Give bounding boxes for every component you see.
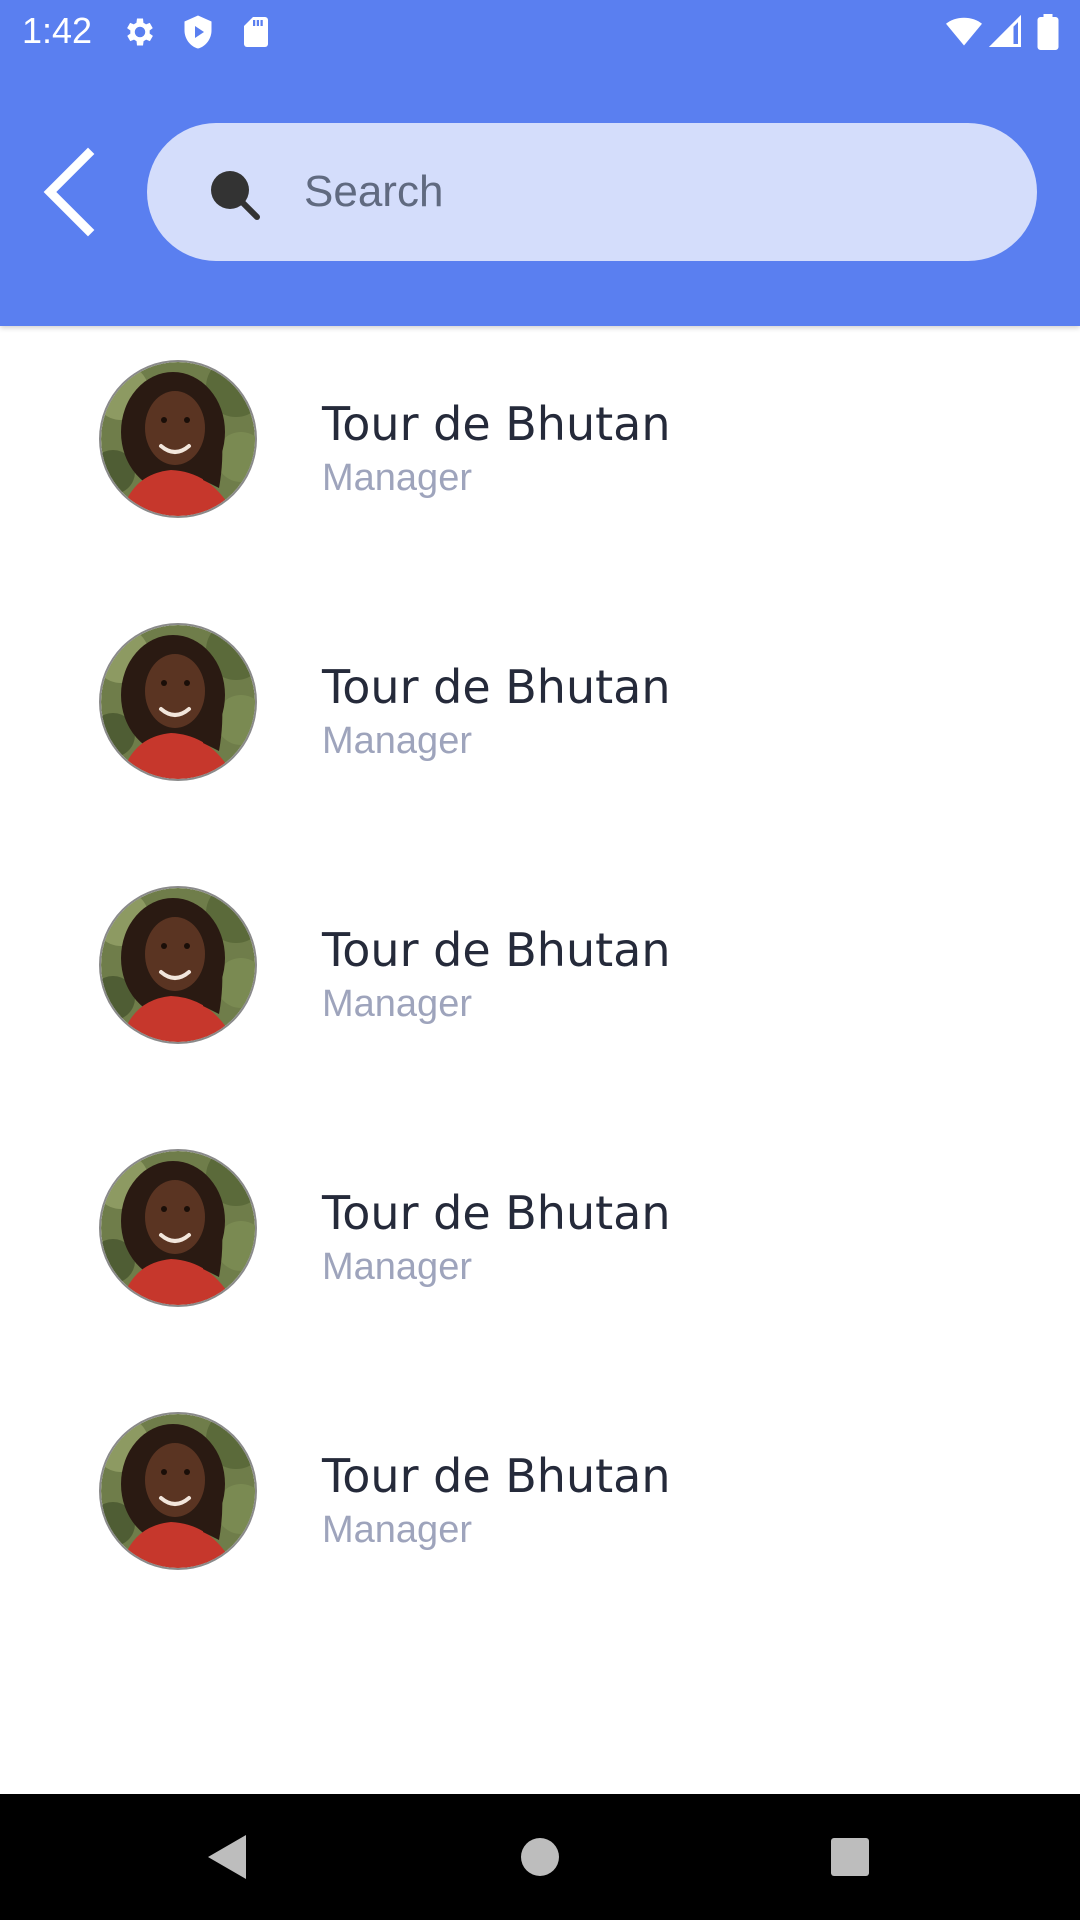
system-navigation-bar xyxy=(0,1794,1080,1920)
nav-back-button[interactable] xyxy=(196,1827,256,1887)
recents-square-icon xyxy=(831,1838,869,1876)
sd-card-icon xyxy=(238,14,274,50)
status-time: 1:42 xyxy=(22,10,93,51)
avatar xyxy=(101,1151,255,1305)
chevron-left-icon xyxy=(43,147,95,237)
profile-photo xyxy=(101,625,255,779)
battery-icon xyxy=(1036,14,1060,50)
contact-name: Tour de Bhutan xyxy=(322,397,671,451)
nav-recents-button[interactable] xyxy=(820,1827,880,1887)
settings-icon xyxy=(122,14,158,50)
back-triangle-icon xyxy=(208,1835,246,1879)
search-input[interactable] xyxy=(304,152,984,232)
shield-play-icon xyxy=(180,14,216,50)
contact-list: Tour de Bhutan Manager Tour de Bhutan Ma… xyxy=(0,326,1080,1641)
search-bar[interactable] xyxy=(147,123,1037,261)
avatar xyxy=(101,1414,255,1568)
contact-name: Tour de Bhutan xyxy=(322,1449,671,1503)
avatar xyxy=(101,362,255,516)
home-circle-icon xyxy=(521,1838,559,1876)
app-header: 1:42 xyxy=(0,0,1080,326)
avatar xyxy=(101,625,255,779)
profile-photo xyxy=(101,888,255,1042)
list-item[interactable]: Tour de Bhutan Manager xyxy=(0,1378,1080,1641)
contact-role: Manager xyxy=(322,457,472,499)
contact-name: Tour de Bhutan xyxy=(322,923,671,977)
contact-role: Manager xyxy=(322,983,472,1025)
profile-photo xyxy=(101,362,255,516)
contact-name: Tour de Bhutan xyxy=(322,660,671,714)
status-bar: 1:42 xyxy=(0,0,1080,62)
list-item[interactable]: Tour de Bhutan Manager xyxy=(0,1115,1080,1378)
profile-photo xyxy=(101,1414,255,1568)
nav-home-button[interactable] xyxy=(510,1827,570,1887)
search-icon xyxy=(207,167,263,223)
contact-role: Manager xyxy=(322,1246,472,1288)
back-button[interactable] xyxy=(30,140,110,240)
contact-role: Manager xyxy=(322,720,472,762)
list-item[interactable]: Tour de Bhutan Manager xyxy=(0,326,1080,589)
cellular-signal-icon xyxy=(988,14,1024,50)
wifi-icon xyxy=(944,14,984,50)
avatar xyxy=(101,888,255,1042)
list-item[interactable]: Tour de Bhutan Manager xyxy=(0,589,1080,852)
contact-role: Manager xyxy=(322,1509,472,1551)
profile-photo xyxy=(101,1151,255,1305)
list-item[interactable]: Tour de Bhutan Manager xyxy=(0,852,1080,1115)
contact-name: Tour de Bhutan xyxy=(322,1186,671,1240)
